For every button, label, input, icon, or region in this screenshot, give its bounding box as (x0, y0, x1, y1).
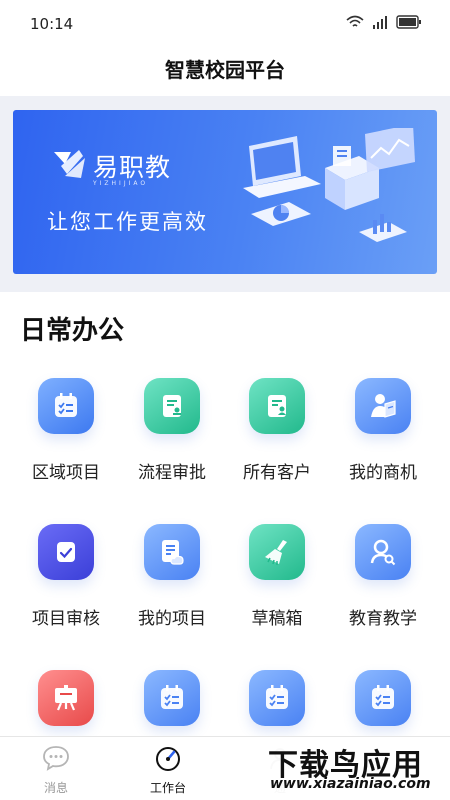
banner-zone: 易职教 YIZHIJIAO 让您工作更高效 (0, 96, 450, 292)
app-item-project-review[interactable]: 项目审核 (11, 524, 121, 629)
app-item-label: 我的项目 (138, 609, 206, 629)
brand-pinyin: YIZHIJIAO (93, 180, 149, 187)
app-item-row3-4[interactable] (328, 670, 438, 726)
status-icons (346, 15, 422, 29)
office-illustration-icon (243, 128, 415, 242)
app-item-label: 项目审核 (32, 609, 100, 629)
dashboard-icon (156, 747, 180, 771)
tab-label: 工作台 (149, 781, 186, 795)
broom-icon (249, 524, 305, 580)
document-stamp-icon (144, 378, 200, 434)
section-title: 日常办公 (20, 316, 125, 346)
signal-icon (373, 16, 387, 29)
banner-slogan: 让您工作更高效 (47, 210, 208, 234)
battery-icon (396, 15, 421, 29)
checklist-icon (38, 378, 94, 434)
watermark: 下载鸟应用 www.xiazainiao.com (262, 738, 448, 796)
checklist-icon (144, 670, 200, 726)
nav-bar: 智慧校园平台 (0, 48, 450, 96)
wifi-icon (346, 15, 364, 27)
app-item-label: 教育教学 (349, 609, 417, 629)
checklist-icon (355, 670, 411, 726)
document-person-icon (249, 378, 305, 434)
app-item-label: 流程审批 (138, 463, 206, 483)
brand-logo-icon (54, 150, 85, 178)
app-item-my-opportunities[interactable]: 我的商机 (328, 378, 438, 483)
watermark-url: www.xiazainiao.com (270, 776, 431, 792)
checklist-icon (249, 670, 305, 726)
app-item-drafts[interactable]: 草稿箱 (222, 524, 332, 629)
app-item-label: 所有客户 (243, 463, 311, 483)
app-item-label: 草稿箱 (251, 609, 303, 629)
app-item-education-teaching[interactable]: 教育教学 (328, 524, 438, 629)
app-item-all-customers[interactable]: 所有客户 (222, 378, 332, 483)
tab-workbench[interactable]: 工作台 (128, 745, 208, 796)
app-item-regional-projects[interactable]: 区域项目 (11, 378, 121, 483)
person-search-icon (355, 524, 411, 580)
easel-icon (38, 670, 94, 726)
brand-name: 易职教 (93, 153, 172, 182)
app-item-label: 我的商机 (349, 463, 417, 483)
document-cloud-icon (144, 524, 200, 580)
page-title: 智慧校园平台 (165, 58, 285, 82)
person-reading-icon (355, 378, 411, 434)
app-item-process-approval[interactable]: 流程审批 (117, 378, 227, 483)
app-item-label: 区域项目 (32, 463, 100, 483)
app-item-row3-2[interactable] (117, 670, 227, 726)
banner[interactable]: 易职教 YIZHIJIAO 让您工作更高效 (13, 110, 437, 274)
app-item-my-projects[interactable]: 我的项目 (117, 524, 227, 629)
status-time: 10:14 (30, 15, 74, 33)
app-item-row3-1[interactable] (11, 670, 121, 726)
checked-document-icon (38, 524, 94, 580)
status-bar: 10:14 (0, 0, 450, 48)
tab-messages[interactable]: 消息 (16, 745, 96, 796)
chat-icon (43, 746, 69, 771)
tab-label: 消息 (43, 781, 68, 795)
app-item-row3-3[interactable] (222, 670, 332, 726)
